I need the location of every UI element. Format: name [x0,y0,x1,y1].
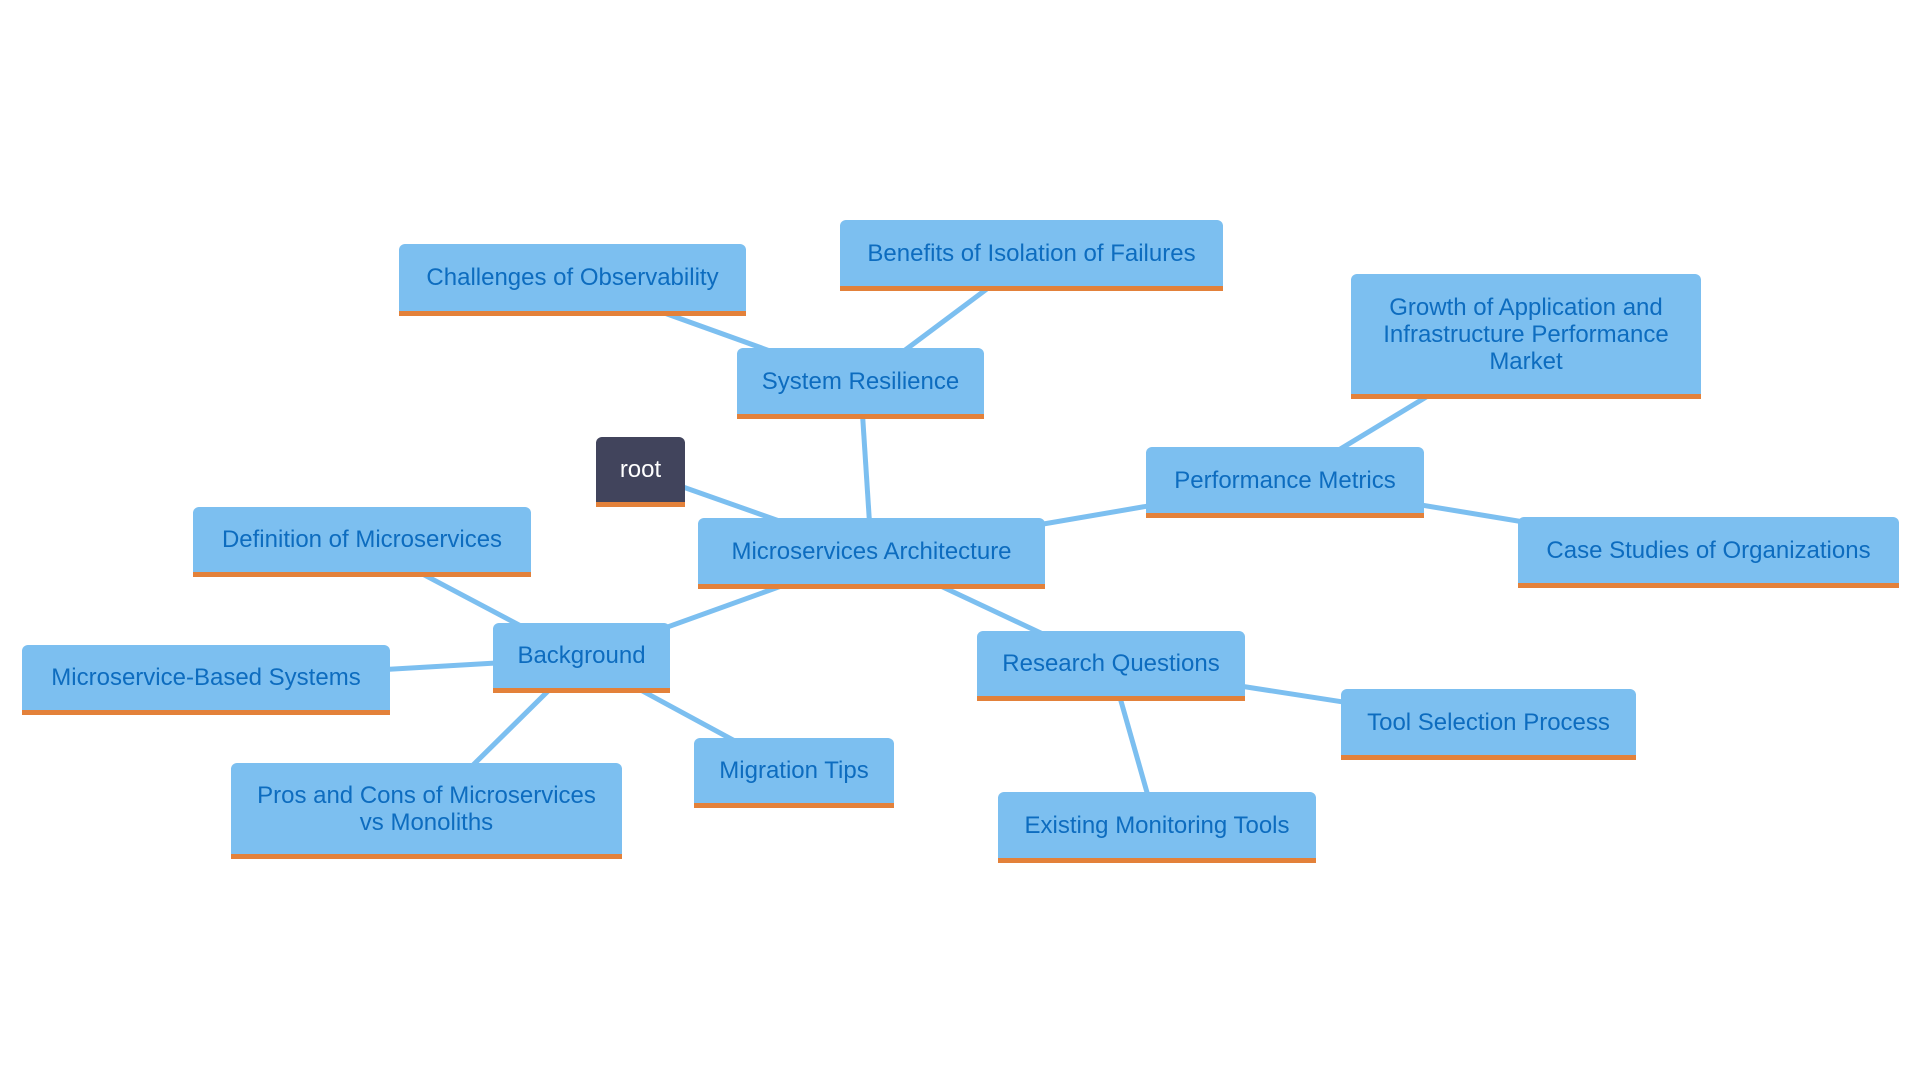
node-performance-metrics[interactable]: Performance Metrics [1146,447,1424,518]
node-definition-of-microservices[interactable]: Definition of Microservices [193,507,531,577]
node-research-questions[interactable]: Research Questions [977,631,1245,701]
node-system-resilience[interactable]: System Resilience [737,348,984,419]
node-pros-and-cons[interactable]: Pros and Cons of Microservices vs Monoli… [231,763,622,859]
node-microservice-based-systems[interactable]: Microservice-Based Systems [22,645,390,715]
node-benefits-of-isolation[interactable]: Benefits of Isolation of Failures [840,220,1223,291]
node-case-studies[interactable]: Case Studies of Organizations [1518,517,1899,588]
node-root[interactable]: root [596,437,685,507]
node-growth-of-apm-market[interactable]: Growth of Application and Infrastructure… [1351,274,1701,399]
node-migration-tips[interactable]: Migration Tips [694,738,894,808]
node-existing-monitoring-tools[interactable]: Existing Monitoring Tools [998,792,1316,863]
node-microservices-architecture[interactable]: Microservices Architecture [698,518,1045,589]
node-background[interactable]: Background [493,623,670,693]
node-challenges-of-observability[interactable]: Challenges of Observability [399,244,746,316]
node-tool-selection-process[interactable]: Tool Selection Process [1341,689,1636,760]
